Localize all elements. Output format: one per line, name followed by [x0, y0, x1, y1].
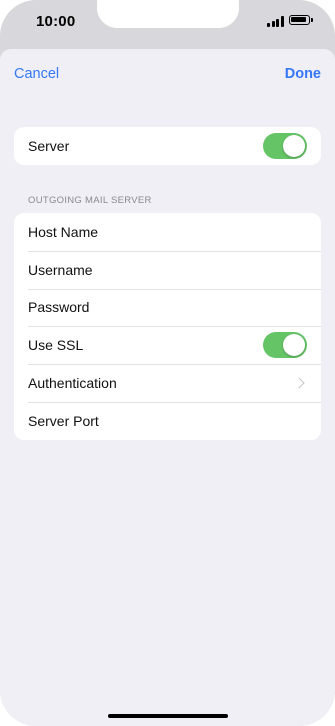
cancel-button[interactable]: Cancel: [14, 66, 59, 82]
status-bar: 10:00: [0, 0, 335, 44]
server-label: Server: [28, 137, 70, 154]
home-indicator: [108, 714, 228, 718]
chevron-right-icon: [293, 377, 305, 389]
outgoing-mail-server-header: OUTGOING MAIL SERVER: [28, 195, 152, 206]
status-time: 10:00: [36, 13, 76, 30]
password-row[interactable]: Password: [14, 288, 321, 327]
phone-screen: 10:00 Cancel Done Server OUTGOING MAIL S…: [0, 0, 335, 726]
host-name-label: Host Name: [28, 223, 99, 240]
server-group: Server: [14, 127, 321, 165]
use-ssl-row: Use SSL: [14, 326, 321, 364]
server-toggle[interactable]: [263, 132, 307, 159]
server-port-label: Server Port: [28, 412, 99, 429]
device-notch: [97, 0, 239, 28]
username-label: Username: [28, 261, 93, 278]
outgoing-mail-server-group: Host Name Username Password Use SSL Auth…: [14, 213, 321, 440]
server-row: Server: [14, 127, 321, 165]
server-port-row[interactable]: Server Port: [14, 401, 321, 440]
cellular-signal-icon: [267, 16, 284, 27]
host-name-row[interactable]: Host Name: [14, 213, 321, 251]
use-ssl-toggle[interactable]: [263, 332, 307, 359]
settings-sheet: Cancel Done Server OUTGOING MAIL SERVER …: [0, 49, 335, 726]
authentication-row[interactable]: Authentication: [14, 364, 321, 402]
use-ssl-label: Use SSL: [28, 337, 84, 354]
authentication-label: Authentication: [28, 375, 117, 392]
username-row[interactable]: Username: [14, 250, 321, 289]
battery-icon: [289, 15, 313, 25]
done-button[interactable]: Done: [285, 66, 321, 82]
toggle-knob: [283, 134, 305, 157]
toggle-knob: [283, 334, 305, 357]
password-label: Password: [28, 299, 90, 316]
